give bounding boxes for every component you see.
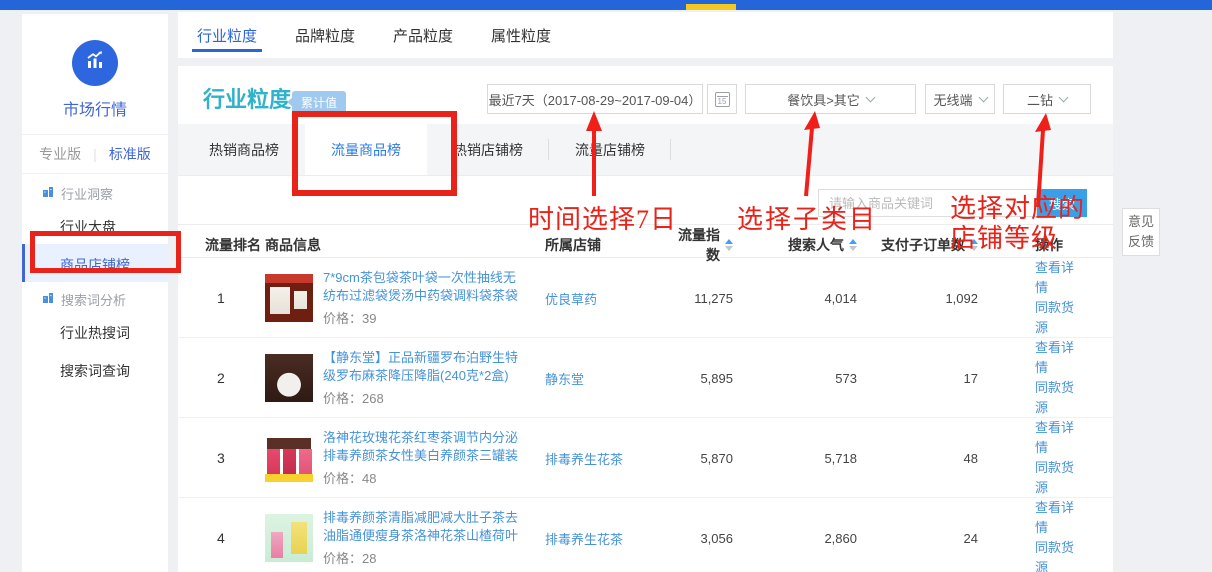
sidebar-menu: 行业洞察 行业大盘 商品店铺榜 搜索词分析 行业热搜词 搜索词查询 bbox=[22, 176, 168, 388]
sort-icon[interactable] bbox=[725, 239, 733, 251]
table-row: 4 排毒养颜茶清脂减肥减大肚子茶去油脂通便瘦身茶洛神花茶山楂荷叶 价格：28 排… bbox=[178, 498, 1113, 572]
sidebar-item-search-word-query[interactable]: 搜索词查询 bbox=[22, 350, 168, 388]
shop-link[interactable]: 排毒养生花茶 bbox=[538, 449, 678, 468]
view-detail-link[interactable]: 查看详情 bbox=[1035, 498, 1083, 538]
building-icon bbox=[42, 186, 54, 201]
same-supply-link[interactable]: 同款货源 bbox=[1035, 378, 1083, 418]
table-row: 2 【静东堂】正品新疆罗布泊野生特级罗布麻茶降压降脂(240克*2盒) 价格：2… bbox=[178, 338, 1113, 418]
annotation-category-note: 选择子类目 bbox=[737, 199, 877, 236]
granularity-tab-bar: 行业粒度 品牌粒度 产品粒度 属性粒度 bbox=[178, 12, 1113, 58]
annotation-box-sidebar-item bbox=[30, 231, 181, 273]
product-price: 价格：39 bbox=[323, 308, 525, 327]
product-price: 价格：48 bbox=[323, 468, 525, 487]
product-price: 价格：28 bbox=[323, 548, 525, 567]
category-dropdown[interactable]: 餐饮具>其它 bbox=[745, 84, 916, 114]
sidebar: 市场行情 专业版 | 标准版 行业洞察 行业大盘 商品店铺榜 bbox=[22, 14, 168, 572]
chevron-down-icon bbox=[865, 93, 875, 103]
rank-value: 4 bbox=[205, 530, 265, 546]
date-range-selector[interactable]: 最近7天（2017-08-29~2017-09-04） bbox=[487, 84, 703, 114]
feedback-button[interactable]: 意见反馈 bbox=[1122, 208, 1160, 256]
version-switcher: 专业版 | 标准版 bbox=[22, 134, 168, 174]
col-shop: 所属店铺 bbox=[538, 235, 678, 255]
same-supply-link[interactable]: 同款货源 bbox=[1035, 538, 1083, 572]
app-logo bbox=[72, 40, 118, 86]
shop-link[interactable]: 优良草药 bbox=[538, 289, 678, 308]
product-thumbnail[interactable] bbox=[265, 274, 313, 322]
view-detail-link[interactable]: 查看详情 bbox=[1035, 258, 1083, 298]
col-product-info: 商品信息 bbox=[265, 235, 538, 255]
shop-link[interactable]: 静东堂 bbox=[538, 369, 678, 388]
version-tab-standard[interactable]: 标准版 bbox=[109, 144, 151, 164]
version-separator: | bbox=[93, 146, 97, 162]
search-popularity-value: 2,860 bbox=[733, 531, 857, 546]
pay-orders-value: 24 bbox=[857, 531, 978, 546]
search-popularity-value: 5,718 bbox=[733, 451, 857, 466]
search-popularity-value: 4,014 bbox=[733, 291, 857, 306]
chevron-down-icon bbox=[1059, 93, 1069, 103]
terminal-dropdown[interactable]: 无线端 bbox=[925, 84, 995, 114]
pay-orders-value: 17 bbox=[857, 371, 978, 386]
tab-attribute-granularity[interactable]: 属性粒度 bbox=[491, 12, 551, 58]
sidebar-section-search-analysis: 搜索词分析 bbox=[22, 282, 168, 312]
tab-brand-granularity[interactable]: 品牌粒度 bbox=[295, 12, 355, 58]
page-title: 行业粒度 bbox=[203, 82, 291, 114]
col-search-popularity: 搜索人气 bbox=[733, 235, 857, 255]
tab-hot-product-rank[interactable]: 热销商品榜 bbox=[183, 124, 305, 175]
search-popularity-value: 573 bbox=[733, 371, 857, 386]
traffic-index-value: 5,870 bbox=[678, 451, 733, 466]
app-title: 市场行情 bbox=[22, 96, 168, 120]
view-detail-link[interactable]: 查看详情 bbox=[1035, 418, 1083, 458]
tab-industry-granularity[interactable]: 行业粒度 bbox=[197, 12, 257, 58]
product-price: 价格：268 bbox=[323, 388, 525, 407]
traffic-index-value: 3,056 bbox=[678, 531, 733, 546]
product-thumbnail[interactable] bbox=[265, 514, 313, 562]
annotation-time-note: 时间选择7日 bbox=[528, 199, 677, 236]
product-thumbnail[interactable] bbox=[265, 434, 313, 482]
table-row: 3 洛神花玫瑰花茶红枣茶调节内分泌排毒养颜茶女性美白养颜茶三罐装 价格：48 排… bbox=[178, 418, 1113, 498]
col-traffic-rank: 流量排名 bbox=[205, 235, 265, 255]
topbar-active-highlight bbox=[686, 4, 736, 10]
calendar-icon: 15 bbox=[715, 92, 730, 107]
same-supply-link[interactable]: 同款货源 bbox=[1035, 298, 1083, 338]
product-thumbnail[interactable] bbox=[265, 354, 313, 402]
view-detail-link[interactable]: 查看详情 bbox=[1035, 338, 1083, 378]
annotation-box-traffic-tab bbox=[292, 111, 457, 196]
shop-link[interactable]: 排毒养生花茶 bbox=[538, 529, 678, 548]
sort-icon[interactable] bbox=[849, 239, 857, 251]
sidebar-item-hot-search-words[interactable]: 行业热搜词 bbox=[22, 312, 168, 350]
version-tab-pro[interactable]: 专业版 bbox=[39, 144, 81, 164]
pay-orders-value: 1,092 bbox=[857, 291, 978, 306]
product-title-link[interactable]: 7*9cm茶包袋茶叶袋一次性抽线无纺布过滤袋煲汤中药袋调料袋茶袋 bbox=[323, 269, 525, 305]
ranking-table: 流量排名 商品信息 所属店铺 流量指数 搜索人气 支付子订单数 操作 1 bbox=[178, 224, 1113, 572]
shop-level-dropdown[interactable]: 二钻 bbox=[1003, 84, 1091, 114]
annotation-level-note: 选择对应的 店铺等级 bbox=[950, 194, 1085, 254]
top-nav-bar bbox=[0, 0, 1212, 10]
tab-product-granularity[interactable]: 产品粒度 bbox=[393, 12, 453, 58]
product-title-link[interactable]: 排毒养颜茶清脂减肥减大肚子茶去油脂通便瘦身茶洛神花茶山楂荷叶 bbox=[323, 509, 525, 545]
sidebar-section-industry-insight: 行业洞察 bbox=[22, 176, 168, 206]
same-supply-link[interactable]: 同款货源 bbox=[1035, 458, 1083, 498]
col-traffic-index: 流量指数 bbox=[678, 225, 733, 265]
page: 市场行情 专业版 | 标准版 行业洞察 行业大盘 商品店铺榜 bbox=[0, 0, 1212, 572]
rank-value: 1 bbox=[205, 290, 265, 306]
market-chart-icon bbox=[83, 49, 107, 78]
traffic-index-value: 11,275 bbox=[678, 291, 733, 306]
table-row: 1 7*9cm茶包袋茶叶袋一次性抽线无纺布过滤袋煲汤中药袋调料袋茶袋 价格：39… bbox=[178, 258, 1113, 338]
calendar-button[interactable]: 15 bbox=[707, 84, 737, 114]
product-title-link[interactable]: 【静东堂】正品新疆罗布泊野生特级罗布麻茶降压降脂(240克*2盒) bbox=[323, 349, 525, 385]
pay-orders-value: 48 bbox=[857, 451, 978, 466]
chevron-down-icon bbox=[978, 93, 988, 103]
rank-value: 3 bbox=[205, 450, 265, 466]
traffic-index-value: 5,895 bbox=[678, 371, 733, 386]
tab-traffic-shop-rank[interactable]: 流量店铺榜 bbox=[549, 124, 671, 175]
rank-value: 2 bbox=[205, 370, 265, 386]
building-icon bbox=[42, 292, 54, 307]
product-title-link[interactable]: 洛神花玫瑰花茶红枣茶调节内分泌排毒养颜茶女性美白养颜茶三罐装 bbox=[323, 429, 525, 465]
